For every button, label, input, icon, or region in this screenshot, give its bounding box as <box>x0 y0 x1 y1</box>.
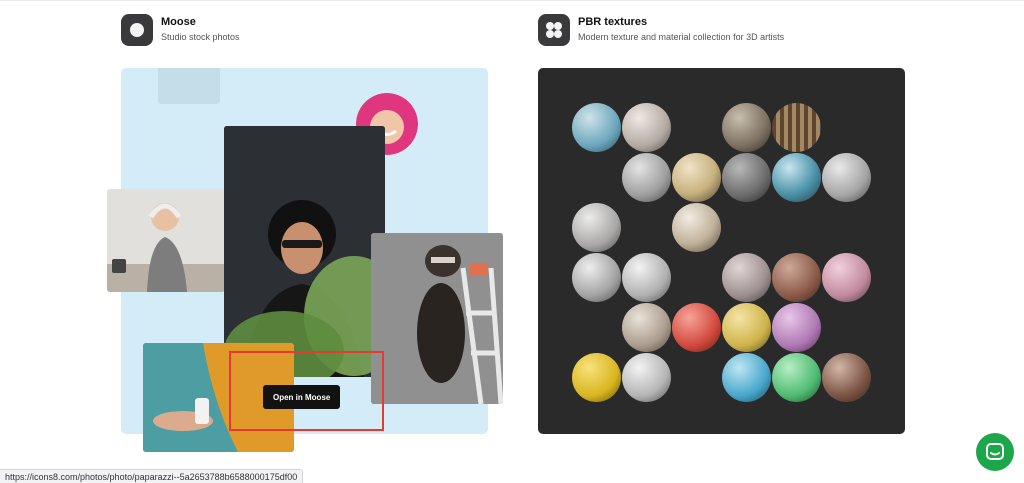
chat-support-button[interactable] <box>976 433 1014 471</box>
texture-sphere[interactable] <box>672 153 721 202</box>
texture-sphere[interactable] <box>722 303 771 352</box>
texture-sphere[interactable] <box>722 153 771 202</box>
texture-sphere[interactable] <box>772 103 821 152</box>
texture-sphere[interactable] <box>622 103 671 152</box>
pbr-title: PBR textures <box>578 16 648 28</box>
texture-sphere[interactable] <box>672 203 721 252</box>
photo-woman-headphones[interactable] <box>107 189 225 292</box>
moose-subtitle: Studio stock photos <box>161 32 240 42</box>
chat-icon <box>986 443 1004 460</box>
texture-sphere[interactable] <box>572 203 621 252</box>
pbr-header[interactable]: PBR textures Modern texture and material… <box>538 14 784 46</box>
moose-app-icon <box>121 14 153 46</box>
browser-status-url: https://icons8.com/photos/photo/paparazz… <box>0 469 304 483</box>
texture-sphere[interactable] <box>822 253 871 302</box>
texture-sphere[interactable] <box>822 153 871 202</box>
moose-header[interactable]: Moose Studio stock photos <box>121 14 240 46</box>
pbr-preview-panel[interactable] <box>538 68 905 434</box>
top-divider <box>0 0 1024 1</box>
texture-sphere[interactable] <box>622 253 671 302</box>
texture-sphere[interactable] <box>822 353 871 402</box>
texture-sphere[interactable] <box>722 353 771 402</box>
texture-sphere[interactable] <box>772 153 821 202</box>
texture-sphere[interactable] <box>622 353 671 402</box>
texture-sphere[interactable] <box>722 253 771 302</box>
texture-sphere[interactable] <box>772 353 821 402</box>
texture-sphere[interactable] <box>572 353 621 402</box>
pbr-subtitle: Modern texture and material collection f… <box>578 32 785 42</box>
photo-man-sunglasses[interactable] <box>224 126 385 377</box>
pbr-app-icon <box>538 14 570 46</box>
texture-sphere[interactable] <box>772 253 821 302</box>
texture-sphere[interactable] <box>572 103 621 152</box>
photo-placeholder-tile <box>158 68 220 104</box>
texture-sphere[interactable] <box>622 153 671 202</box>
photo-raccoon-ladder[interactable] <box>371 233 503 404</box>
highlight-box <box>229 351 384 431</box>
texture-sphere[interactable] <box>572 253 621 302</box>
texture-sphere[interactable] <box>672 303 721 352</box>
texture-sphere[interactable] <box>772 303 821 352</box>
texture-sphere[interactable] <box>622 303 671 352</box>
texture-sphere[interactable] <box>722 103 771 152</box>
moose-title: Moose <box>161 16 196 28</box>
